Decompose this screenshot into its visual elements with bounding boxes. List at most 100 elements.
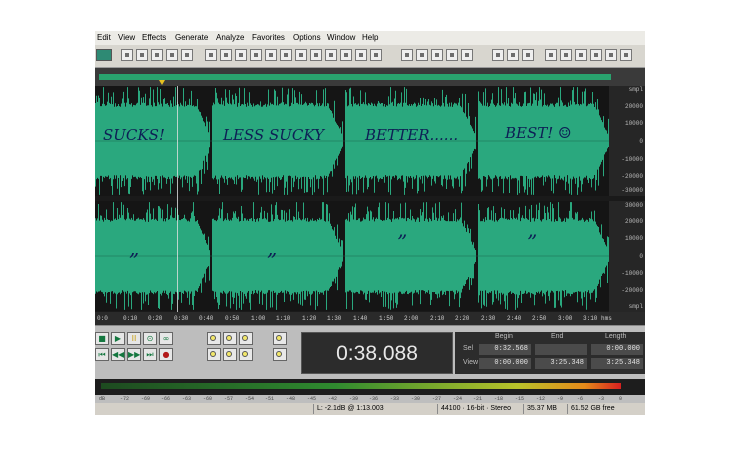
view-length-field[interactable]: 3:25.348 (591, 358, 643, 369)
menu-help[interactable]: Help (362, 33, 378, 42)
meter-scale-label: -27 (432, 396, 442, 402)
meter-scale-label: -63 (182, 396, 192, 402)
mix-paste-icon[interactable] (280, 49, 292, 61)
note-icon[interactable] (416, 49, 428, 61)
go-to-end-button[interactable]: ⏭ (143, 348, 157, 361)
redo-icon[interactable] (220, 49, 232, 61)
zoom-in-horizontal-button[interactable] (207, 332, 221, 345)
settings-icon[interactable] (560, 49, 572, 61)
close-file-icon[interactable] (181, 49, 193, 61)
pencil-icon[interactable] (401, 49, 413, 61)
new-icon[interactable] (121, 49, 133, 61)
menu-options[interactable]: Options (293, 33, 321, 42)
marker-icon[interactable] (340, 49, 352, 61)
meter-scale-label: -36 (369, 396, 379, 402)
playhead-cursor[interactable] (177, 86, 178, 312)
overview-bar[interactable] (95, 68, 645, 86)
status-format: 44100 · 16-bit · Stereo (437, 404, 511, 414)
trim-icon[interactable] (295, 49, 307, 61)
meter-scale-label: -69 (141, 396, 151, 402)
pause-button[interactable]: II (127, 332, 141, 345)
track-right-channel[interactable] (95, 201, 609, 311)
sel-end-field[interactable] (535, 344, 587, 355)
list-icon[interactable] (431, 49, 443, 61)
rewind-button[interactable]: ◀◀ (111, 348, 125, 361)
grid-icon[interactable] (446, 49, 458, 61)
db-label: 0 (639, 138, 643, 145)
zoom-right-button[interactable] (223, 348, 237, 361)
meter-scale-label: -39 (349, 396, 359, 402)
view-begin-field[interactable]: 0:00.000 (479, 358, 531, 369)
cut-icon[interactable] (235, 49, 247, 61)
timeline-tick-label: 2:40 (507, 315, 522, 322)
annotation-ditto: ” (397, 230, 408, 254)
overview-range[interactable] (99, 74, 611, 80)
sel-label: Sel (463, 345, 474, 352)
copy-icon[interactable] (250, 49, 262, 61)
meter-scale-label: -42 (328, 396, 338, 402)
menu-favorites[interactable]: Favorites (252, 33, 285, 42)
find-icon[interactable] (325, 49, 337, 61)
menu-view[interactable]: View (118, 33, 135, 42)
play-button[interactable]: ▶ (111, 332, 125, 345)
zoom-in-vertical-button[interactable] (273, 332, 287, 345)
monitor-icon[interactable] (590, 49, 602, 61)
db-scale-left: smpl 20000 10000 0 -10000 -20000 -30000 (609, 86, 645, 196)
panel-icon[interactable] (620, 49, 632, 61)
time-ruler[interactable]: 0:0 0:10 0:20 0:30 0:40 0:50 1:00 1:10 1:20 1:30 1… (95, 312, 645, 325)
timeline-tick-label: 0:50 (225, 315, 240, 322)
menu-window[interactable]: Window (327, 33, 355, 42)
db-label: 20000 (624, 103, 643, 110)
annotation-best: BEST! ☺ (505, 124, 572, 142)
stop-button[interactable]: ■ (95, 332, 109, 345)
mixer-icon[interactable] (492, 49, 504, 61)
loop-button[interactable]: ∞ (159, 332, 173, 345)
menu-analyze[interactable]: Analyze (216, 33, 244, 42)
meter-scale-label: -9 (557, 396, 564, 402)
sel-begin-field[interactable]: 0:32.568 (479, 344, 531, 355)
meter-scale-label: -12 (536, 396, 546, 402)
timeline-tick-label: 0:40 (199, 315, 214, 322)
spectral-icon[interactable] (355, 49, 367, 61)
save-icon[interactable] (151, 49, 163, 61)
arrow-icon[interactable] (545, 49, 557, 61)
menu-generate[interactable]: Generate (175, 33, 208, 42)
paste-icon[interactable] (265, 49, 277, 61)
db-label: smpl (628, 303, 643, 310)
record-button[interactable]: ● (159, 348, 173, 361)
timeline-tick-label: 2:50 (532, 315, 547, 322)
view-end-field[interactable]: 3:25.348 (535, 358, 587, 369)
tracks-icon[interactable] (507, 49, 519, 61)
db-label: -10000 (621, 156, 643, 163)
table-icon[interactable] (461, 49, 473, 61)
zoom-full-button[interactable] (239, 332, 253, 345)
audio-editor-window: Edit View Effects Generate Analyze Favor… (95, 31, 645, 415)
bus-icon[interactable] (522, 49, 534, 61)
info-icon[interactable] (605, 49, 617, 61)
zoom-selection-button[interactable] (239, 348, 253, 361)
play-from-cursor-button[interactable]: ⊙ (143, 332, 157, 345)
fast-forward-button[interactable]: ▶▶ (127, 348, 141, 361)
window-icon[interactable] (575, 49, 587, 61)
meter-scale-label: 0 (619, 396, 623, 402)
zoom-out-vertical-button[interactable] (273, 348, 287, 361)
zoom-out-horizontal-button[interactable] (223, 332, 237, 345)
go-to-start-button[interactable]: ⏮ (95, 348, 109, 361)
db-label: 0 (639, 253, 643, 260)
save-as-icon[interactable] (166, 49, 178, 61)
view-mode-toggle[interactable] (96, 49, 112, 61)
menu-edit[interactable]: Edit (97, 33, 111, 42)
selection-view-panel: Begin End Length Sel View 0:32.568 0:00.… (455, 332, 645, 374)
overview-marker-icon[interactable] (159, 80, 165, 85)
open-icon[interactable] (136, 49, 148, 61)
begin-header: Begin (495, 333, 513, 340)
level-meter-scale: dB -72 -69 -66 -63 -60 -57 -54 -51 -48 -45 -42 -39 -3… (95, 395, 645, 403)
db-label: 10000 (624, 120, 643, 127)
menu-effects[interactable]: Effects (142, 33, 166, 42)
level-meter-bar (101, 383, 621, 389)
delete-icon[interactable] (310, 49, 322, 61)
phone-icon[interactable] (370, 49, 382, 61)
sel-length-field[interactable]: 0:00.000 (591, 344, 643, 355)
undo-icon[interactable] (205, 49, 217, 61)
zoom-left-button[interactable] (207, 348, 221, 361)
